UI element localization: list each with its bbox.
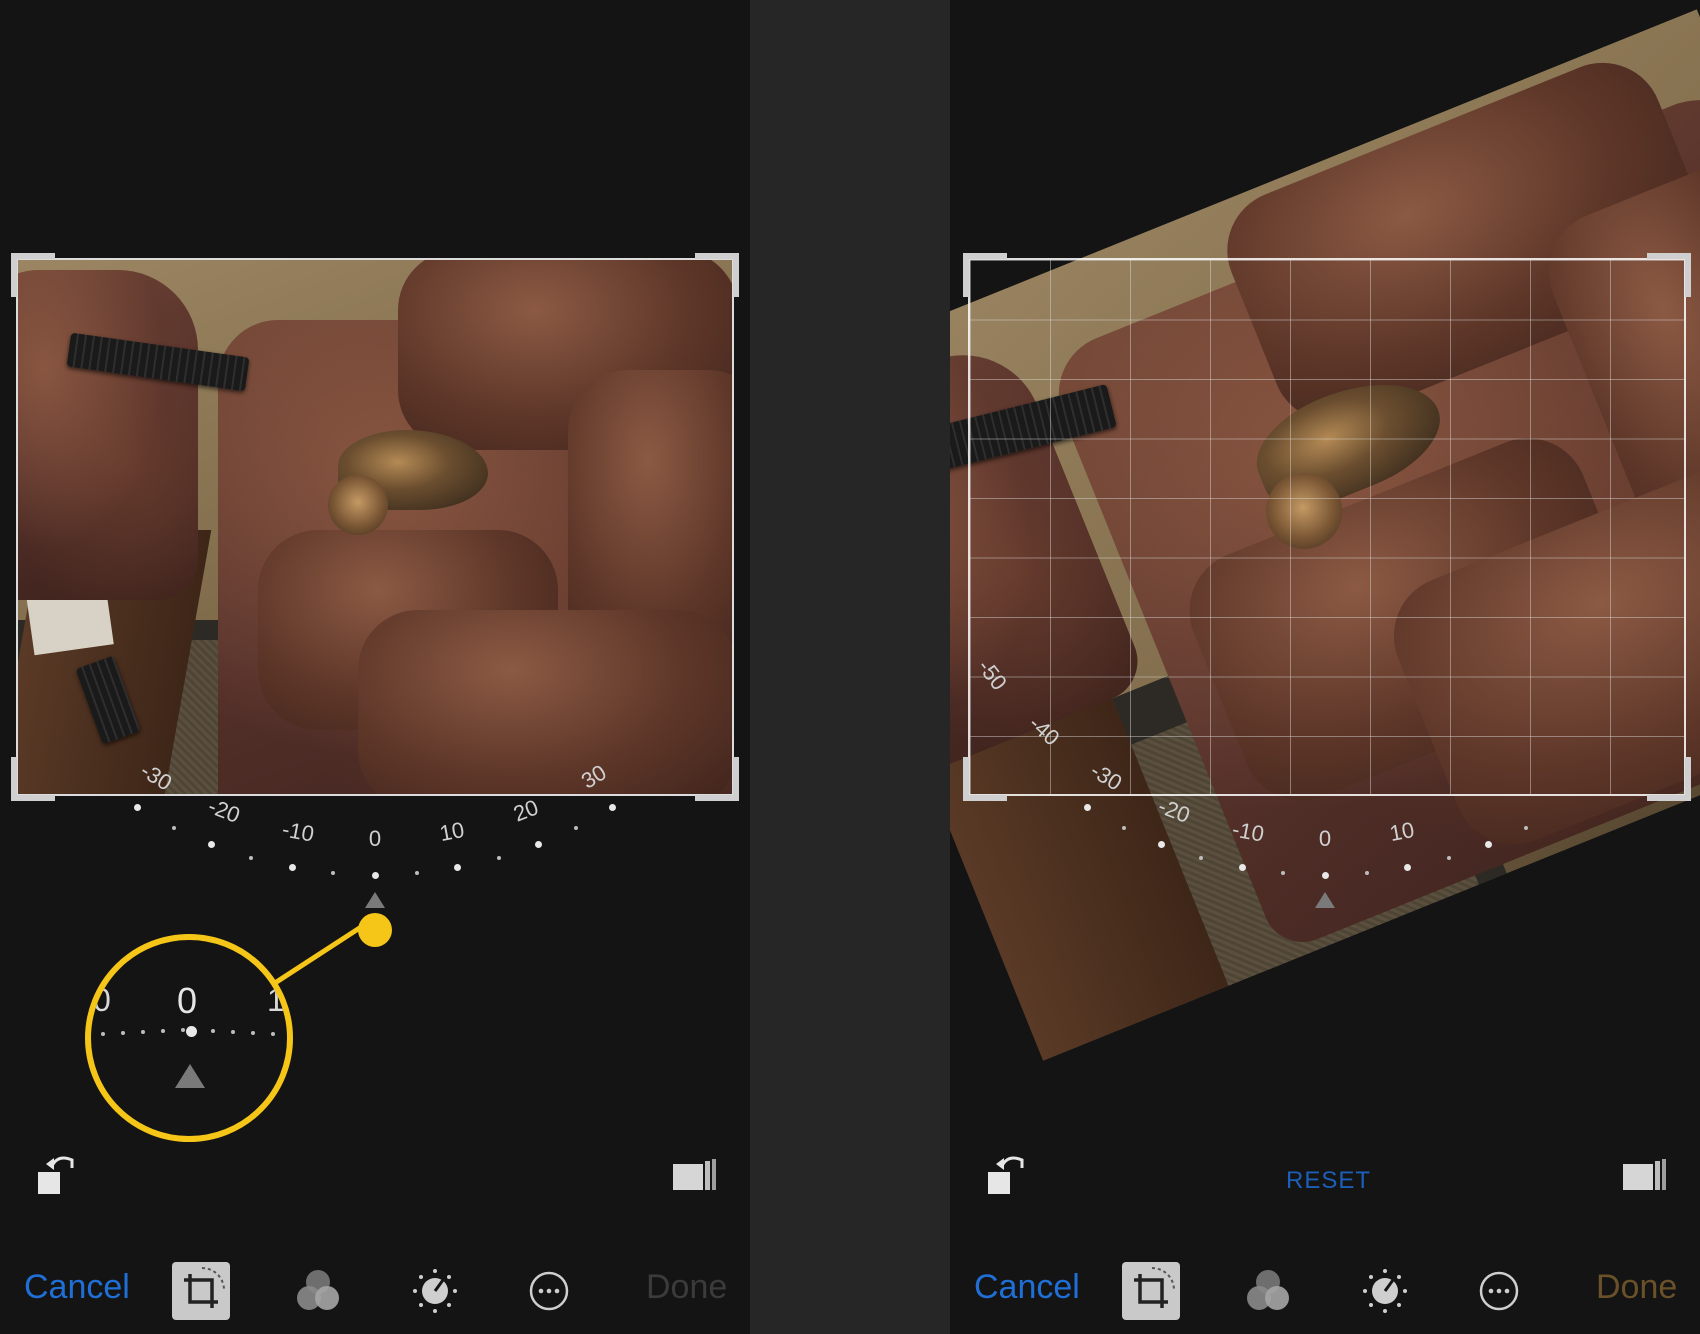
dial-tick-dot	[534, 841, 542, 849]
dial-pointer	[365, 892, 385, 908]
crop-rotate-icon[interactable]	[172, 1262, 230, 1320]
dial-tick-label: -10	[280, 816, 317, 847]
dial-tick-dot	[574, 826, 579, 831]
dial-tick-dot	[1238, 863, 1246, 871]
more-options-icon[interactable]	[1478, 1270, 1520, 1312]
dial-tick-dot	[371, 871, 379, 879]
dial-tick-label: 10	[1387, 816, 1416, 846]
dial-tick-dot	[133, 804, 141, 812]
dial-tick-dot	[1199, 855, 1204, 860]
dial-tick-dot	[249, 855, 254, 860]
callout-dial-dot	[251, 1031, 255, 1036]
rotate-icon[interactable]	[986, 1150, 1030, 1196]
callout-anchor-dot	[358, 913, 392, 947]
aspect-ratio-icon[interactable]	[1622, 1158, 1668, 1192]
crop-rotate-icon[interactable]	[1122, 1262, 1180, 1320]
callout-partial-right: 1	[267, 982, 285, 1018]
adjust-dial-icon[interactable]	[410, 1266, 460, 1316]
dial-tick-label: -30	[1085, 757, 1126, 796]
done-button[interactable]: Done	[646, 1268, 727, 1307]
aspect-ratio-icon[interactable]	[672, 1158, 718, 1192]
dial-tick-dot	[454, 863, 462, 871]
dial-tick-dot	[609, 804, 617, 812]
dial-tick-label: 0	[368, 826, 382, 851]
callout-dial-dot	[271, 1032, 275, 1037]
dial-zoom-callout: 0 0 1	[85, 934, 293, 1142]
dial-tick-label: 20	[509, 794, 542, 827]
adjust-dial-icon[interactable]	[1360, 1266, 1410, 1316]
callout-dial-dot	[181, 1028, 185, 1033]
dial-tick-dot	[1281, 871, 1286, 876]
callout-dial-dot	[141, 1030, 145, 1035]
dial-tick-dot	[496, 855, 501, 860]
callout-dial-dot	[121, 1031, 125, 1036]
dial-tick-label: -40	[1024, 710, 1065, 751]
dial-tick-label: 10	[437, 816, 466, 846]
dial-tick-dot	[288, 863, 296, 871]
straighten-dial[interactable]: -50 -40 -30 -20 -10 0 10	[950, 0, 1700, 1334]
cancel-button[interactable]: Cancel	[974, 1268, 1080, 1307]
dial-tick-dot	[1404, 863, 1412, 871]
callout-partial-left: 0	[93, 982, 111, 1018]
callout-dial-dot	[211, 1029, 215, 1034]
dial-tick-label: 30	[577, 759, 612, 794]
filters-icon[interactable]	[1243, 1266, 1293, 1316]
dial-tick-dot	[1321, 871, 1329, 879]
dial-tick-label: -30	[135, 757, 176, 796]
dial-tick-label: -50	[972, 654, 1012, 695]
dial-tick-dot	[1121, 826, 1126, 831]
callout-pointer	[175, 1064, 205, 1088]
dial-tick-label: -10	[1230, 816, 1267, 847]
dial-tick-dot	[171, 826, 176, 831]
callout-angle-value: 0	[177, 980, 198, 1021]
dial-pointer	[1315, 892, 1335, 908]
dial-tick-dot	[208, 841, 216, 849]
edit-screen-after: -50 -40 -30 -20 -10 0 10 RESET Cancel Do…	[950, 0, 1700, 1334]
callout-dial-dot	[101, 1032, 105, 1037]
dial-tick-dot	[1446, 855, 1451, 860]
more-options-icon[interactable]	[528, 1270, 570, 1312]
cancel-button[interactable]: Cancel	[24, 1268, 130, 1307]
callout-dial-center-dot	[186, 1026, 197, 1037]
dial-tick-label: 0	[1318, 826, 1332, 851]
straighten-dial[interactable]: -30 -20 -10 0 10 20 30	[0, 0, 750, 1334]
panel-divider	[750, 0, 950, 1334]
dial-tick-label: -20	[205, 793, 244, 828]
edit-screen-before: -30 -20 -10 0 10 20 30 0 0 1 Cancel Done	[0, 0, 750, 1334]
dial-tick-dot	[1524, 826, 1529, 831]
callout-dial-dot	[161, 1029, 165, 1034]
dial-tick-dot	[414, 871, 419, 876]
dial-tick-label: -20	[1155, 793, 1194, 828]
filters-icon[interactable]	[293, 1266, 343, 1316]
dial-tick-dot	[1083, 804, 1091, 812]
dial-tick-dot	[1364, 871, 1369, 876]
dial-tick-dot	[331, 871, 336, 876]
rotate-icon[interactable]	[36, 1150, 80, 1196]
callout-dial-dot	[231, 1030, 235, 1035]
done-button[interactable]: Done	[1596, 1268, 1677, 1307]
dial-tick-dot	[1484, 841, 1492, 849]
dial-tick-dot	[1158, 841, 1166, 849]
reset-button[interactable]: RESET	[1286, 1167, 1371, 1195]
